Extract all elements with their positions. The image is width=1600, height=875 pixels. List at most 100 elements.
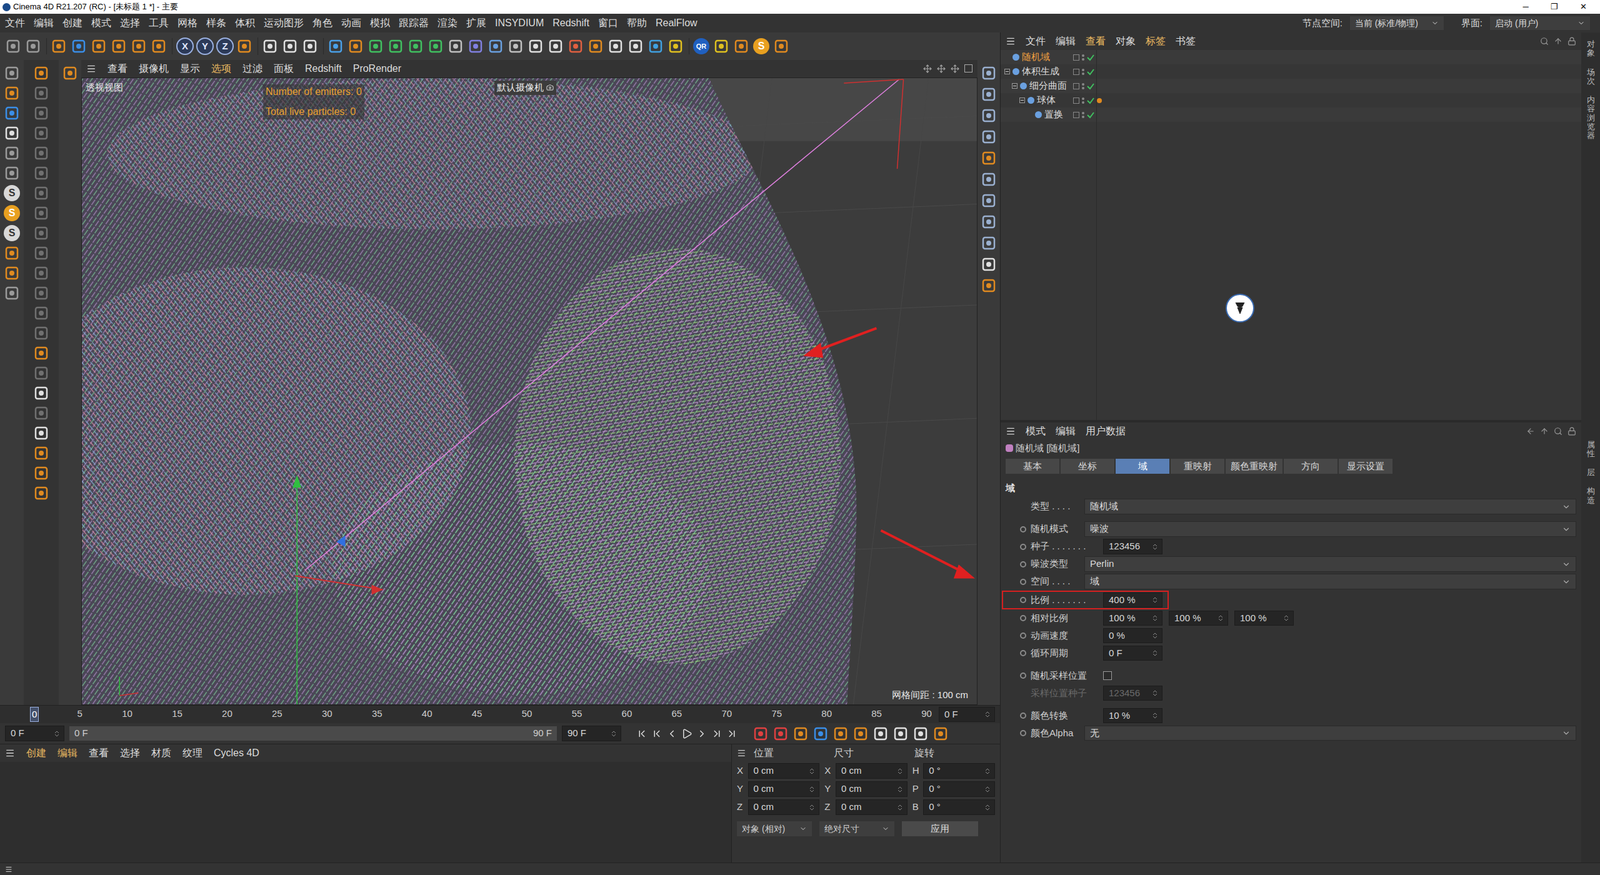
position-field[interactable]: 0 cm <box>748 799 820 815</box>
side-tab[interactable]: 对象 <box>1586 37 1595 61</box>
number-field[interactable]: 0 F <box>1103 645 1163 662</box>
menu-item[interactable]: 文件 <box>5 15 25 31</box>
view-tool-icon[interactable] <box>980 150 997 167</box>
menu-item[interactable]: 编辑 <box>33 15 54 31</box>
number-field[interactable]: 123456 <box>1103 685 1163 702</box>
tool-icon[interactable] <box>33 385 50 402</box>
keyframe-dot-icon[interactable] <box>1018 672 1029 679</box>
material-menu-item[interactable]: 编辑 <box>57 745 78 761</box>
menu-item[interactable]: 渲染 <box>437 15 458 31</box>
autokey-icon[interactable] <box>772 725 789 742</box>
attribute-tab[interactable]: 域 <box>1115 458 1170 474</box>
menu-item[interactable]: 扩展 <box>466 15 487 31</box>
attribute-menu-item[interactable]: 模式 <box>1025 423 1046 439</box>
tool-icon[interactable] <box>567 38 584 55</box>
tool-icon[interactable] <box>407 38 424 55</box>
tool-icon[interactable] <box>647 38 664 55</box>
enabled-check-icon[interactable] <box>1086 53 1095 62</box>
menu-icon[interactable] <box>1005 36 1016 47</box>
menu-icon[interactable] <box>1005 426 1016 437</box>
object-name[interactable]: 置换 <box>1044 107 1064 122</box>
camera-label[interactable]: 默认摄像机 <box>494 80 557 95</box>
axis-lock-button[interactable]: X <box>176 37 194 55</box>
keyframe-dot-icon[interactable] <box>1018 615 1029 622</box>
range-slider[interactable]: 0 F90 F <box>69 726 557 741</box>
add-icon[interactable] <box>61 65 79 82</box>
visibility-dots-icon[interactable] <box>1081 83 1085 90</box>
search-icon[interactable] <box>1540 36 1549 46</box>
keyframe-dot-icon[interactable] <box>1018 730 1029 737</box>
attribute-dropdown[interactable]: 噪波 <box>1084 521 1577 537</box>
tool-icon[interactable] <box>33 185 50 202</box>
number-field[interactable]: 100 % <box>1234 610 1294 627</box>
tool-icon[interactable] <box>467 38 484 55</box>
object-name[interactable]: 球体 <box>1036 93 1056 108</box>
s-logo[interactable]: S <box>3 205 20 222</box>
attribute-tab[interactable]: 显示设置 <box>1338 458 1393 474</box>
object-menu-item[interactable]: 标签 <box>1145 33 1166 49</box>
number-field[interactable]: 100 % <box>1168 610 1229 627</box>
menu-icon[interactable] <box>736 748 747 759</box>
material-menu-item[interactable]: 选择 <box>120 745 140 761</box>
menu-icon[interactable] <box>86 63 97 74</box>
object-row[interactable]: 随机域 <box>1000 50 1582 65</box>
rotate-icon[interactable] <box>950 64 960 74</box>
viewport-menu-item[interactable]: 查看 <box>107 61 128 77</box>
position-field[interactable]: 0 cm <box>748 763 820 779</box>
attribute-tab[interactable]: 基本 <box>1005 458 1060 474</box>
material-menu-item[interactable]: 查看 <box>88 745 109 761</box>
menu-item[interactable]: 网格 <box>177 15 198 31</box>
s-logo[interactable]: S <box>3 225 20 242</box>
tool-icon[interactable] <box>367 38 384 55</box>
object-row[interactable]: 体积生成 <box>1000 64 1582 79</box>
tool-icon[interactable] <box>33 245 50 262</box>
key-move-icon[interactable] <box>812 725 829 742</box>
view-tool-icon[interactable] <box>980 213 997 230</box>
tool-icon[interactable] <box>327 38 344 55</box>
key-pla-icon[interactable] <box>892 725 909 742</box>
attribute-tab[interactable]: 重映射 <box>1170 458 1225 474</box>
view-tool-icon[interactable] <box>980 277 997 294</box>
mode-icon[interactable] <box>3 85 20 102</box>
zoom-icon[interactable] <box>936 64 946 74</box>
attribute-tab[interactable]: 颜色重映射 <box>1225 458 1283 474</box>
tool-icon[interactable] <box>33 225 50 242</box>
s-logo[interactable]: S <box>3 185 20 202</box>
size-field[interactable]: 0 cm <box>835 781 908 797</box>
object-menu-item[interactable]: 查看 <box>1085 33 1106 49</box>
menu-item[interactable]: 运动图形 <box>263 15 304 31</box>
window-control[interactable]: ─ <box>1511 0 1540 14</box>
tool-icon[interactable] <box>33 265 50 282</box>
pan-icon[interactable] <box>923 64 932 74</box>
tool-icon[interactable] <box>547 38 564 55</box>
s-logo[interactable]: S <box>753 38 770 55</box>
object-name[interactable]: 细分曲面 <box>1029 78 1067 94</box>
menu-item[interactable]: INSYDIUM <box>495 15 544 31</box>
number-field[interactable]: 123456 <box>1103 538 1163 555</box>
position-field[interactable]: 0 cm <box>748 781 820 797</box>
size-field[interactable]: 0 cm <box>835 799 908 815</box>
tool-icon[interactable] <box>607 38 624 55</box>
tool-icon[interactable] <box>33 125 50 142</box>
tool-icon[interactable] <box>33 105 50 122</box>
keyframe-dot-icon[interactable] <box>1018 712 1029 719</box>
menu-item[interactable]: 模拟 <box>370 15 390 31</box>
menu-item[interactable]: 窗口 <box>598 15 619 31</box>
enabled-check-icon[interactable] <box>1086 111 1095 119</box>
view-tool-icon[interactable] <box>980 192 997 209</box>
viewport-menu-item[interactable]: ProRender <box>353 61 402 77</box>
tool-icon[interactable] <box>25 38 42 55</box>
menu-item[interactable]: 跟踪器 <box>398 15 429 31</box>
start-frame-field[interactable]: 0 F <box>5 725 65 742</box>
key-param-icon[interactable] <box>872 725 889 742</box>
rotation-field[interactable]: 0 ° <box>923 799 995 815</box>
coordinate-mode-dropdown[interactable]: 对象 (相对) <box>736 821 812 837</box>
apply-button[interactable]: 应用 <box>901 821 979 837</box>
menu-icon[interactable] <box>5 865 13 874</box>
tool-icon[interactable] <box>33 425 50 442</box>
attribute-tab[interactable]: 坐标 <box>1060 458 1115 474</box>
size-field[interactable]: 0 cm <box>835 763 908 779</box>
tool-icon[interactable] <box>33 65 50 82</box>
tool-icon[interactable] <box>33 305 50 322</box>
number-field[interactable]: 400 % <box>1103 592 1163 609</box>
